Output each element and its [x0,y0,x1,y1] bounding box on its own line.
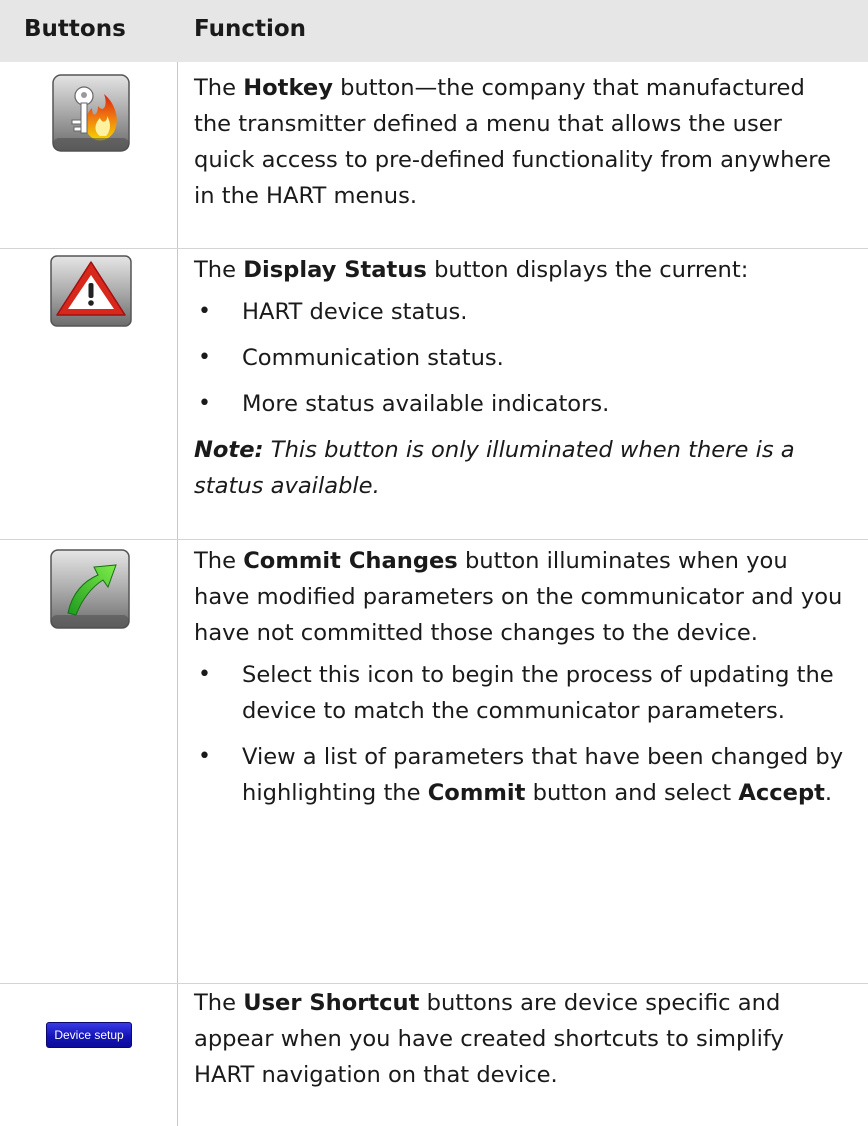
row-divider [0,539,868,540]
commit-changes-description: The Commit Changes button illuminates wh… [194,543,849,811]
display-status-list: HART device status. Communication status… [194,294,849,422]
list-item: HART device status. [194,294,849,330]
list-item: Communication status. [194,340,849,376]
list-item: More status available indicators. [194,386,849,422]
row-divider [0,983,868,984]
commit-changes-name: Commit Changes [243,548,458,574]
commit-changes-list: Select this icon to begin the process of… [194,657,849,811]
commit-arrow-icon[interactable] [50,549,130,633]
header-buttons: Buttons [24,16,126,42]
table-header: Buttons Function [0,0,868,62]
user-shortcut-name: User Shortcut [243,990,420,1016]
list-item: View a list of parameters that have been… [194,739,849,811]
column-divider [177,62,178,1126]
user-shortcut-description: The User Shortcut buttons are device spe… [194,990,784,1088]
device-setup-button[interactable]: Device setup [46,1022,132,1048]
warning-triangle-icon[interactable] [50,255,132,331]
header-function: Function [194,16,307,42]
display-status-name: Display Status [243,257,427,283]
display-status-note: Note: This button is only illuminated wh… [194,437,795,499]
hotkey-name: Hotkey [243,75,333,101]
hotkey-description: The Hotkey button—the company that manuf… [194,75,832,209]
list-item: Select this icon to begin the process of… [194,657,849,729]
hotkey-icon[interactable] [52,74,130,156]
row-divider [0,248,868,249]
display-status-description: The Display Status button displays the c… [194,252,849,504]
